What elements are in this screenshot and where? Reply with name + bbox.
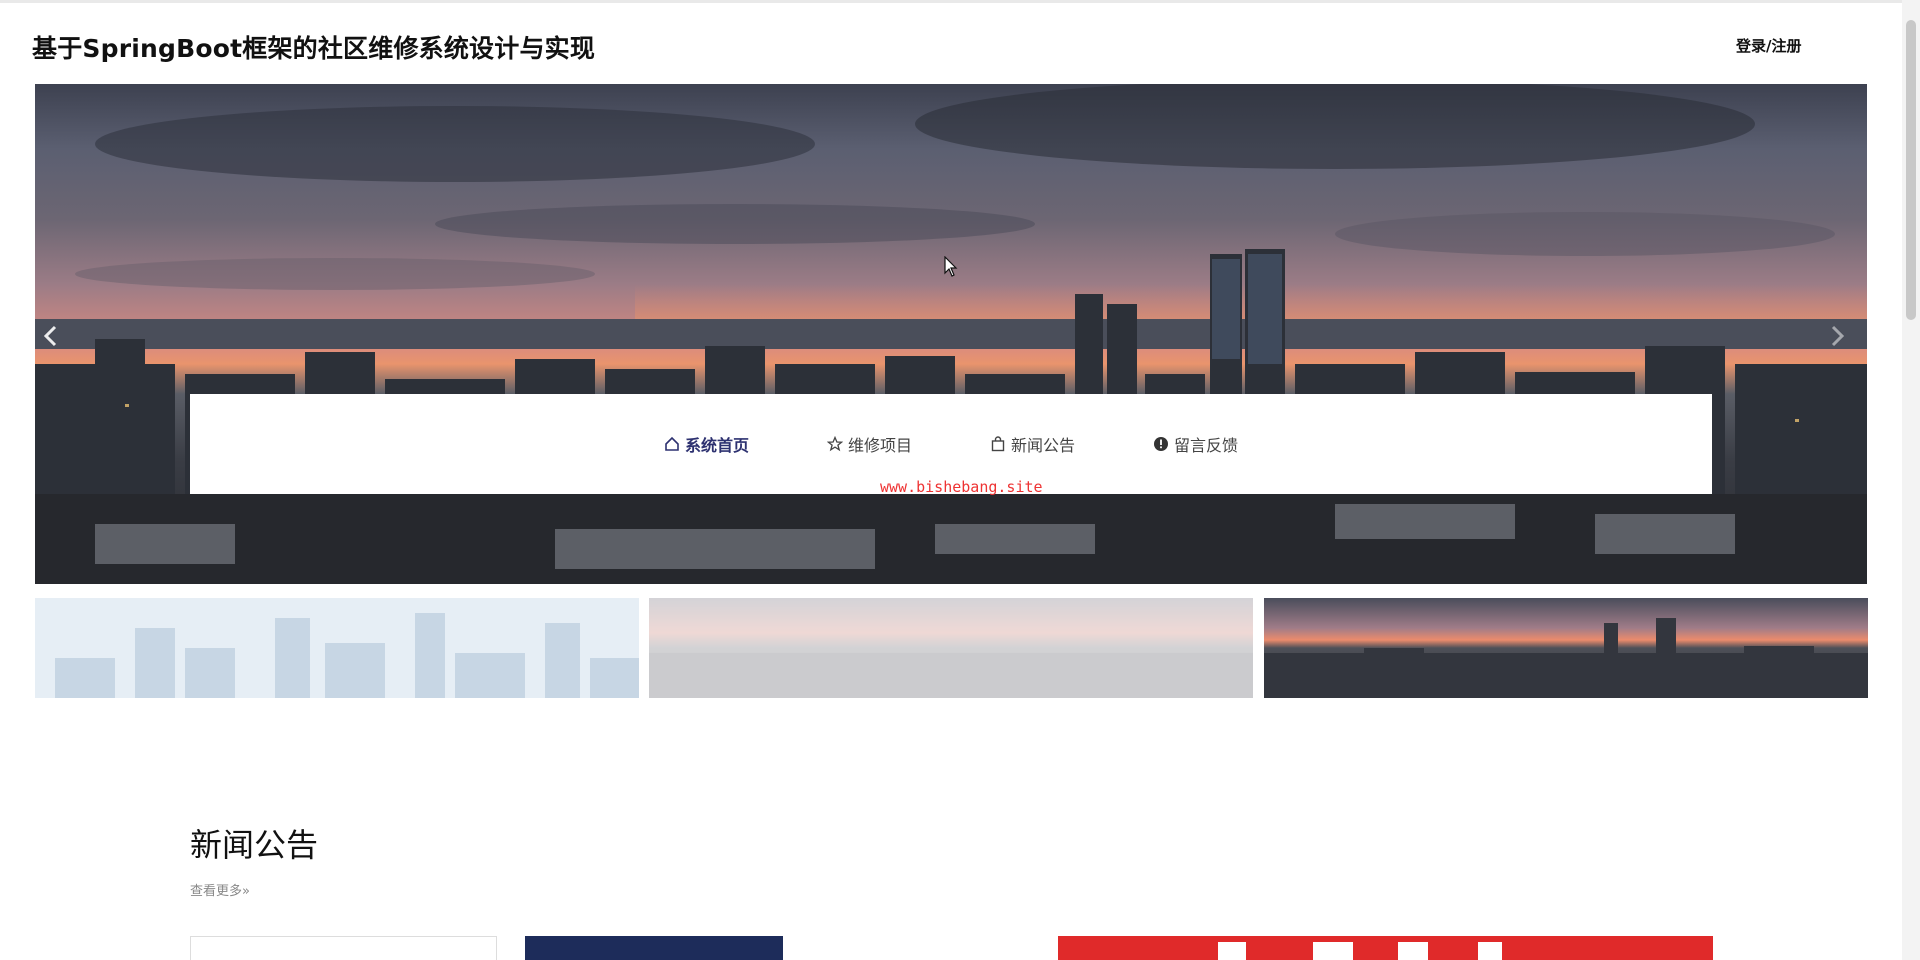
nav-item-home[interactable]: 系统首页: [664, 432, 749, 456]
bag-icon: [991, 436, 1005, 452]
nav-item-label: 新闻公告: [1011, 436, 1076, 455]
carousel-thumbnail[interactable]: [1264, 598, 1868, 698]
card-image-detail: [1313, 942, 1353, 960]
news-card[interactable]: [525, 936, 783, 960]
nav-item-feedback[interactable]: 留言反馈: [1153, 432, 1238, 456]
news-section-title: 新闻公告: [190, 826, 319, 864]
home-icon: [665, 436, 679, 451]
news-card[interactable]: [1058, 936, 1713, 960]
site-header: 基于SpringBoot框架的社区维修系统设计与实现 登录/注册: [0, 3, 1900, 83]
nav-item-label: 维修项目: [847, 436, 912, 455]
mouse-cursor-icon: [944, 256, 958, 277]
chevron-right-icon: [1831, 325, 1845, 347]
nav-item-label: 留言反馈: [1174, 436, 1239, 455]
city-skyline-image: [35, 84, 1867, 584]
site-title: 基于SpringBoot框架的社区维修系统设计与实现: [32, 34, 596, 63]
thumbnail-image: [35, 598, 639, 698]
nav-item-news[interactable]: 新闻公告: [990, 432, 1075, 456]
alert-icon: [1154, 437, 1169, 451]
nav-item-label: 系统首页: [684, 436, 749, 455]
card-image-detail: [1478, 942, 1502, 960]
watermark-text: www.bishebang.site: [880, 478, 1043, 496]
news-card[interactable]: [190, 936, 497, 960]
card-image-detail: [1218, 942, 1246, 960]
nav-item-repair-projects[interactable]: 维修项目: [826, 432, 912, 456]
carousel-thumbnail[interactable]: [649, 598, 1253, 698]
hero-carousel: [35, 84, 1867, 584]
login-register-link[interactable]: 登录/注册: [1736, 35, 1801, 56]
carousel-next-button[interactable]: [1827, 324, 1863, 360]
carousel-prev-button[interactable]: [41, 324, 77, 360]
star-icon: [826, 436, 843, 452]
card-image-detail: [1398, 942, 1428, 960]
thumbnail-image: [1264, 598, 1868, 698]
page-scrollbar[interactable]: [1902, 0, 1920, 960]
thumbnail-fade: [649, 598, 1253, 698]
scrollbar-thumb[interactable]: [1906, 20, 1916, 320]
carousel-thumbnail[interactable]: [35, 598, 639, 698]
view-more-link[interactable]: 查看更多»: [190, 880, 250, 899]
chevron-left-icon: [43, 325, 57, 347]
